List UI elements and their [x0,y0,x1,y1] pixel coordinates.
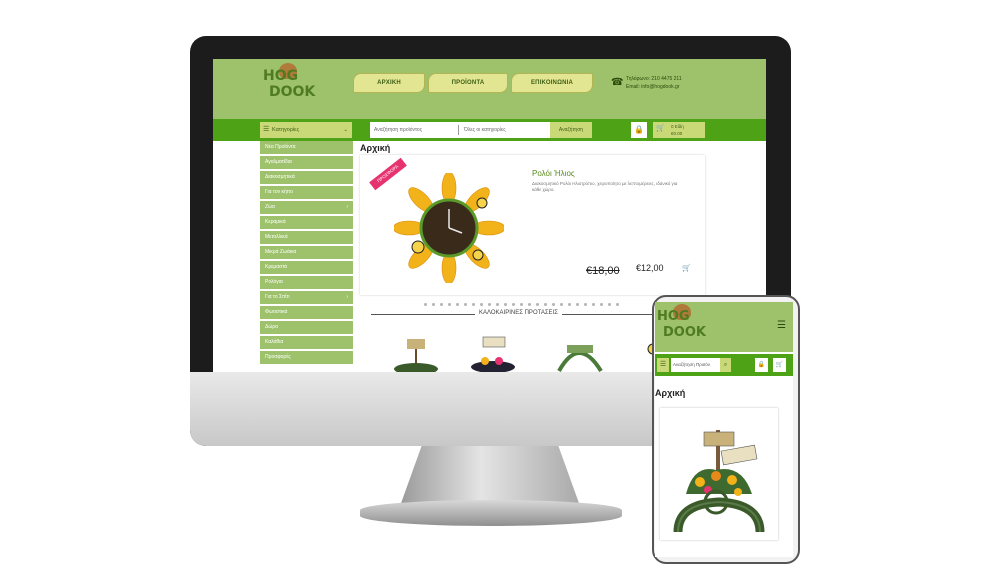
cart-icon[interactable]: 🛒 [773,358,786,372]
cart-count: 0 Είδη [671,124,684,129]
thumb-garden-sign [471,336,515,372]
thumb-sign-planter [394,339,438,372]
sidebar-item-label: Κρεμαστά [265,264,288,270]
search-box: Αναζήτηση προϊόντος Όλες οι κατηγορίες [370,122,550,138]
menu-icon[interactable]: ☰ [657,358,669,372]
logo-line-2: DOOK [269,84,316,100]
cart-icon: 🛒 [656,125,665,132]
sidebar-item[interactable]: Ρολόγια [260,276,353,291]
logo-line-1: HOG [263,68,299,84]
mobile-toolbar: ☰ Αναζήτηση Προϊόν ⌕ 🔒 🛒 [655,354,793,376]
sidebar-item-label: Ζώα [265,204,275,210]
sidebar-item[interactable]: Ζώα › [260,201,353,216]
sidebar-item[interactable]: Για τον κήπο [260,186,353,201]
sidebar-item[interactable]: Δώρα [260,321,353,336]
sidebar-item[interactable]: Μεταλλικά [260,231,353,246]
search-icon[interactable]: ⌕ [720,358,731,372]
sidebar-item-label: Νέα Προϊόντα [265,144,296,150]
sidebar-item[interactable]: Αγαλματίδια [260,156,353,171]
sidebar-item[interactable]: Για το Σπίτι › [260,291,353,306]
mobile-logo-line-2[interactable]: DOOK [663,326,706,340]
chevron-down-icon: ⌄ [343,127,348,133]
cart-total: €0.00 [671,131,683,136]
site-header: HOG DOOK ΑΡΧΙΚΗ ΠΡΟΪΟΝΤΑ ΕΠΙΚΟΙΝΩΝΙΑ ☎ Τ… [213,59,766,119]
mobile-product-card[interactable] [660,408,778,540]
contact-phone: Τηλέφωνο: 210 4475 211 [626,76,682,82]
sunflower-clock-image[interactable] [394,173,504,283]
new-price: €12,00 [636,263,664,273]
product-title[interactable]: Ρολόι Ήλιος [532,169,575,178]
sidebar-item-label: Προσφορές [265,354,291,360]
thumb-arch [557,345,603,372]
mobile-screen: HOG DOOK ☰ ☰ Αναζήτηση Προϊόν ⌕ 🔒 🛒 Αρχι… [655,302,793,557]
lock-icon[interactable]: 🔒 [755,358,768,372]
monitor-base [360,500,622,526]
sidebar-item-label: Για τον κήπο [265,189,293,195]
site-logo[interactable]: HOG DOOK [263,63,323,113]
product-description: Διακοσμητικό Ρολόι Ηλιοτρόπιο, χειροποίη… [532,181,678,192]
sidebar-item-label: Αγαλματίδια [265,159,292,165]
sidebar-item-label: Για το Σπίτι [265,294,290,300]
category-sidebar: Νέα Προϊόντα Αγαλματίδια Διακοσμητικά Γι… [260,141,353,372]
nav-home[interactable]: ΑΡΧΙΚΗ [353,73,425,93]
cart-button[interactable]: 🛒 0 Είδη €0.00 [653,122,705,138]
section-heading: ΚΑΛΟΚΑΙΡΙΝΕΣ ΠΡΟΤΑΣΕΙΣ [475,310,562,316]
chevron-right-icon: › [346,204,348,210]
monitor-stand [400,446,580,506]
search-category-select[interactable]: Όλες οι κατηγορίες [464,127,506,133]
sidebar-item-label: Κεραμικά [265,219,286,225]
lock-icon[interactable]: 🔒 [631,122,647,138]
contact-info: Τηλέφωνο: 210 4475 211 Email: info@hogdo… [626,75,682,91]
sidebar-item-label: Φωτιστικά [265,309,288,315]
mobile-header: HOG DOOK ☰ [655,302,793,352]
page-title: Αρχική [360,143,391,153]
sidebar-item-label: Μικρά Ζωάκια [265,249,297,255]
categories-label: Κατηγορίες [272,127,300,133]
sidebar-item-label: Μεταλλικά [265,234,288,240]
hamburger-icon[interactable]: ☰ [777,320,786,331]
sidebar-item[interactable]: Κρεμαστά [260,261,353,276]
chevron-right-icon: › [346,294,348,300]
sidebar-item-label: Ρολόγια [265,279,283,285]
contact-email[interactable]: Email: info@hogdook.gr [626,83,682,91]
menu-icon: ☰ [263,126,270,133]
phone-icon: ☎ [611,77,624,88]
carousel-dots[interactable] [424,293,664,311]
sidebar-item-label: Διακοσμητικά [265,174,295,180]
search-button[interactable]: Αναζήτηση [550,122,592,138]
hose-holder-image[interactable] [664,424,774,536]
add-to-cart-icon[interactable]: 🛒 [682,264,691,272]
search-input[interactable]: Αναζήτηση προϊόντος [374,127,422,133]
sidebar-item[interactable]: Διακοσμητικά [260,171,353,186]
sidebar-item-label: Δώρα [265,324,278,330]
sidebar-item[interactable]: Νέα Προϊόντα [260,141,353,156]
sidebar-item[interactable]: Κεραμικά [260,216,353,231]
mobile-logo-line-1[interactable]: HOG [657,310,690,324]
featured-product-card: ΠΡΟΣΦΟΡΑ Ρολόι Ήλιος Διακοσμητικό Ρολόι … [360,155,705,306]
sidebar-item[interactable]: Προσφορές [260,351,353,366]
sidebar-item[interactable]: Φωτιστικά [260,306,353,321]
categories-dropdown[interactable]: ☰ Κατηγορίες ⌄ [260,122,352,138]
sidebar-item[interactable]: Καλάθια [260,336,353,351]
sidebar-item[interactable]: Μικρά Ζωάκια [260,246,353,261]
nav-products[interactable]: ΠΡΟΪΟΝΤΑ [428,73,508,93]
sidebar-item-label: Καλάθια [265,339,284,345]
nav-contact[interactable]: ΕΠΙΚΟΙΝΩΝΙΑ [511,73,593,93]
mobile-page-title: Αρχική [655,388,686,398]
old-price: €18,00 [586,265,620,277]
search-separator [458,125,459,135]
